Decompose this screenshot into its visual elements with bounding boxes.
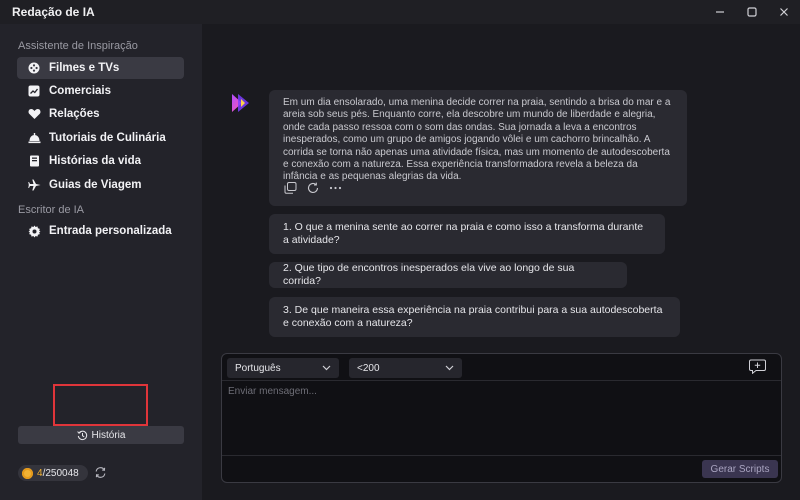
sidebar-item-label: Filmes e TVs — [49, 62, 120, 74]
book-icon — [27, 154, 41, 168]
coin-icon — [22, 467, 33, 479]
app-title: Redação de IA — [12, 5, 95, 19]
ai-response-text: Em um dia ensolarado, uma menina decide … — [283, 97, 671, 183]
suggested-question-text: 2. Que tipo de encontros inesperados ela… — [283, 262, 575, 287]
sidebar-item-historias[interactable]: Histórias da vida — [17, 150, 184, 172]
airplane-icon — [27, 178, 41, 192]
maximize-icon — [747, 7, 757, 17]
sidebar-item-filmes[interactable]: Filmes e TVs — [17, 57, 184, 79]
regenerate-icon[interactable] — [307, 182, 319, 194]
chevron-down-icon — [445, 365, 454, 371]
film-icon — [27, 61, 41, 75]
close-button[interactable] — [768, 0, 800, 24]
sidebar-item-culinaria[interactable]: Tutoriais de Culinária — [17, 127, 184, 149]
sidebar: Assistente de Inspiração Filmes e TVs Co… — [0, 24, 203, 500]
heart-handshake-icon — [27, 107, 41, 121]
suggested-question-text: 3. De que maneira essa experiência na pr… — [283, 304, 663, 329]
sidebar-item-relacoes[interactable]: Relações — [17, 103, 184, 125]
chevron-down-icon — [322, 365, 331, 371]
message-input[interactable] — [226, 384, 770, 458]
chart-icon — [27, 84, 41, 98]
sidebar-item-label: Comerciais — [49, 85, 112, 97]
history-button-label: História — [91, 429, 126, 441]
minimize-icon — [716, 11, 724, 13]
close-icon — [780, 8, 788, 16]
history-icon — [76, 430, 88, 441]
chef-icon — [27, 131, 41, 145]
sidebar-item-label: Entrada personalizada — [49, 225, 172, 237]
suggested-question[interactable]: 3. De que maneira essa experiência na pr… — [269, 297, 680, 337]
sidebar-item-custom[interactable]: Entrada personalizada — [17, 220, 184, 242]
sidebar-item-comerciais[interactable]: Comerciais — [17, 80, 184, 102]
gear-icon — [27, 224, 41, 238]
suggested-question-text: 1. O que a menina sente ao correr na pra… — [283, 221, 644, 246]
length-select[interactable]: <200 — [349, 358, 462, 378]
refresh-credits-icon[interactable] — [94, 466, 108, 480]
title-bar: Redação de IA — [0, 0, 800, 24]
history-button[interactable]: História — [18, 426, 184, 444]
window-controls — [704, 0, 800, 24]
language-select[interactable]: Português — [227, 358, 339, 378]
sidebar-item-label: Tutoriais de Culinária — [49, 132, 166, 144]
section-label-writer: Escritor de IA — [18, 204, 85, 216]
composer-toolbar: Português <200 — [222, 354, 781, 381]
credits-total: /250048 — [42, 467, 79, 479]
more-options-icon[interactable] — [329, 186, 342, 190]
credits-badge: 4 /250048 — [18, 465, 88, 481]
sidebar-item-label: Relações — [49, 108, 100, 120]
sidebar-item-viagem[interactable]: Guias de Viagem — [17, 174, 184, 196]
new-chat-icon[interactable] — [749, 359, 767, 375]
suggested-question[interactable]: 2. Que tipo de encontros inesperados ela… — [269, 262, 627, 288]
language-select-value: Português — [235, 362, 281, 374]
sidebar-item-label: Histórias da vida — [49, 155, 142, 167]
sidebar-item-label: Guias de Viagem — [49, 179, 142, 191]
length-select-value: <200 — [357, 362, 380, 374]
response-actions — [284, 182, 342, 194]
ai-logo-icon — [232, 94, 249, 112]
message-composer: Português <200 Gerar Scripts — [221, 353, 782, 483]
copy-icon[interactable] — [284, 182, 297, 194]
generate-scripts-button[interactable]: Gerar Scripts — [702, 460, 778, 478]
maximize-button[interactable] — [736, 0, 768, 24]
minimize-button[interactable] — [704, 0, 736, 24]
composer-divider — [222, 455, 781, 456]
section-label-inspiration: Assistente de Inspiração — [18, 40, 138, 52]
suggested-question[interactable]: 1. O que a menina sente ao correr na pra… — [269, 214, 665, 254]
ai-avatar — [228, 90, 254, 116]
